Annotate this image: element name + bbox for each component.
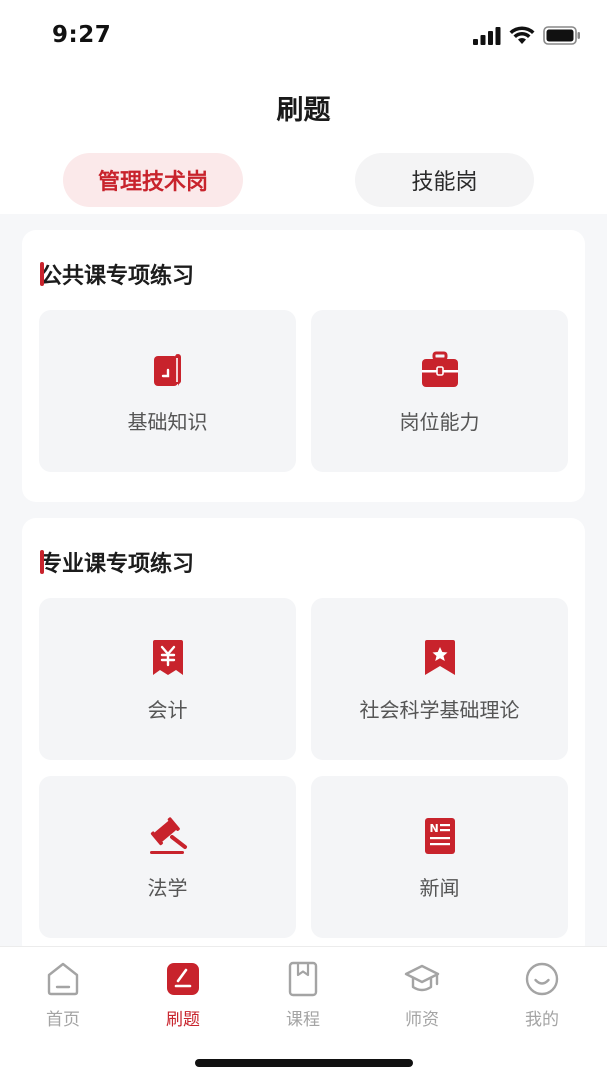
- tile-position-ability[interactable]: 岗位能力: [311, 310, 568, 472]
- section-marker: [40, 550, 44, 574]
- svg-text:N: N: [429, 822, 438, 835]
- status-time: 9:27: [52, 22, 112, 48]
- tab-label: 刷题: [166, 1010, 200, 1030]
- tile-label: 基础知识: [127, 410, 208, 434]
- tile-law[interactable]: 法学: [39, 776, 296, 938]
- tab-mine[interactable]: 我的: [497, 955, 587, 1030]
- newspaper-icon: N: [424, 818, 455, 854]
- tile-social-science[interactable]: 社会科学基础理论: [311, 598, 568, 760]
- course-icon: [288, 961, 318, 997]
- tab-label: 管理技术岗: [97, 170, 208, 195]
- gavel-icon: [149, 817, 187, 854]
- bookmark-star-icon: [424, 640, 455, 675]
- tab-label: 课程: [286, 1010, 320, 1030]
- section-title: 专业课专项练习: [40, 550, 195, 577]
- tile-label: 会计: [147, 698, 188, 722]
- tab-course[interactable]: 课程: [258, 955, 348, 1030]
- tab-label: 首页: [46, 1010, 80, 1030]
- status-icons: [473, 26, 581, 45]
- tab-label: 师资: [405, 1010, 439, 1030]
- home-indicator: [195, 1059, 413, 1067]
- smile-face-icon: [525, 962, 559, 996]
- tile-basic-knowledge[interactable]: 基础知识: [39, 310, 296, 472]
- tab-label: 技能岗: [411, 170, 478, 195]
- tile-label: 新闻: [419, 876, 460, 900]
- book-icon: [153, 354, 181, 386]
- home-icon: [47, 962, 79, 996]
- tile-label: 社会科学基础理论: [359, 698, 520, 722]
- yen-receipt-icon: [152, 640, 183, 675]
- graduation-cap-icon: [404, 964, 440, 992]
- tab-home[interactable]: 首页: [18, 955, 108, 1030]
- tile-journalism[interactable]: N 新闻: [311, 776, 568, 938]
- tile-label: 法学: [147, 876, 188, 900]
- tab-practice[interactable]: 刷题: [138, 955, 228, 1030]
- tile-label: 岗位能力: [399, 410, 480, 434]
- page-title: 刷题: [276, 95, 331, 126]
- section-marker: [40, 262, 44, 286]
- wifi-icon: [509, 26, 535, 44]
- section-title: 公共课专项练习: [40, 262, 195, 289]
- public-course-section: 公共课专项练习 基础知识 岗位能力: [22, 230, 585, 502]
- signal-icon: [473, 26, 501, 45]
- tab-skill[interactable]: 技能岗: [355, 153, 534, 207]
- tile-accounting[interactable]: 会计: [39, 598, 296, 760]
- briefcase-icon: [421, 351, 458, 387]
- tab-management-technical[interactable]: 管理技术岗: [63, 153, 243, 207]
- practice-icon: [167, 963, 199, 995]
- battery-icon: [543, 26, 580, 45]
- tab-teachers[interactable]: 师资: [377, 955, 467, 1030]
- tab-label: 我的: [525, 1010, 559, 1030]
- professional-course-section: 专业课专项练习 会计 社会科学基础理论 法学 N 新闻: [22, 518, 585, 958]
